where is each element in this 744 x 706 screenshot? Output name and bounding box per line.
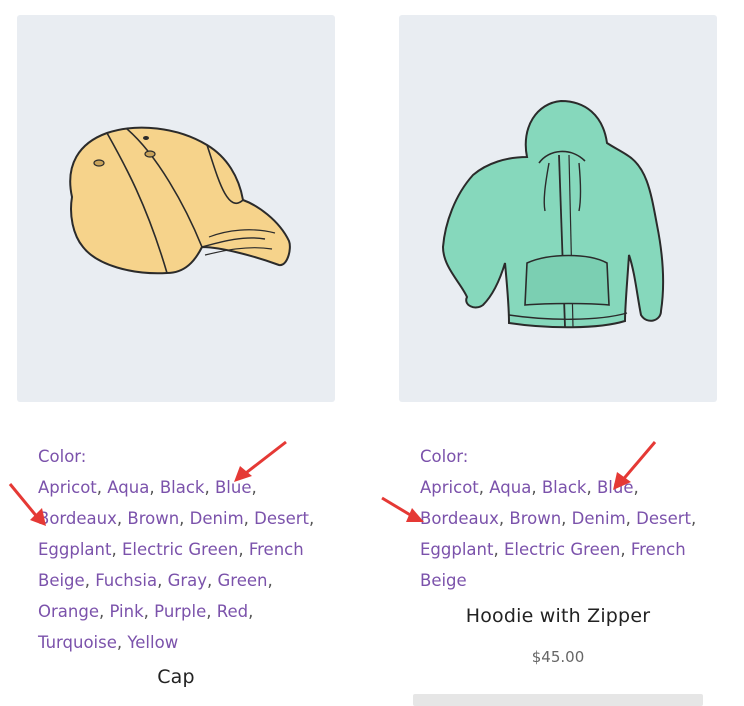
- color-swatch-link[interactable]: Apricot: [420, 478, 479, 497]
- annotation-arrow-icon: [381, 496, 424, 522]
- color-swatch-link[interactable]: Red: [217, 602, 248, 621]
- annotation-arrow-icon: [613, 441, 657, 490]
- color-swatch-link[interactable]: Desert: [254, 509, 309, 528]
- color-swatch-link[interactable]: Denim: [572, 509, 626, 528]
- product-card-hoodie: Color: Apricot, Aqua, Black, Blue, Borde…: [399, 15, 717, 706]
- product-title-link[interactable]: Cap: [17, 666, 335, 688]
- color-swatch-link[interactable]: Electric Green: [122, 540, 238, 559]
- color-swatch-link[interactable]: Electric Green: [504, 540, 620, 559]
- cap-illustration-icon: [69, 126, 291, 275]
- color-swatch-link[interactable]: Eggplant: [420, 540, 493, 559]
- annotation-arrow-icon: [234, 440, 287, 482]
- color-swatch-link[interactable]: Brown: [509, 509, 561, 528]
- color-swatch-link[interactable]: Yellow: [127, 633, 178, 652]
- product-title-link[interactable]: Hoodie with Zipper: [399, 605, 717, 627]
- color-swatch-link[interactable]: Orange: [38, 602, 99, 621]
- color-swatch-link[interactable]: Turquoise: [38, 633, 117, 652]
- color-swatch-link[interactable]: Denim: [190, 509, 244, 528]
- color-swatch-link[interactable]: Aqua: [489, 478, 531, 497]
- color-swatch-link[interactable]: Pink: [109, 602, 143, 621]
- color-swatch-link[interactable]: Black: [160, 478, 205, 497]
- color-swatch-link[interactable]: Gray: [168, 571, 207, 590]
- color-swatch-link[interactable]: Black: [542, 478, 587, 497]
- color-swatch-link[interactable]: Bordeaux: [420, 509, 499, 528]
- product-image-link[interactable]: [399, 15, 717, 402]
- color-swatch-link[interactable]: Aqua: [107, 478, 149, 497]
- hoodie-illustration-icon: [441, 99, 665, 329]
- product-image-link[interactable]: [17, 15, 335, 402]
- color-swatch-link[interactable]: Fuchsia: [95, 571, 157, 590]
- color-swatch-link[interactable]: Purple: [154, 602, 206, 621]
- product-price: $45.00: [531, 648, 585, 666]
- add-to-cart-button[interactable]: [413, 694, 703, 706]
- color-swatch-link[interactable]: Green: [218, 571, 268, 590]
- product-card-cap: Color: Apricot, Aqua, Black, Blue, Borde…: [17, 15, 335, 688]
- color-swatch-link[interactable]: Desert: [636, 509, 691, 528]
- color-swatch-link[interactable]: Eggplant: [38, 540, 111, 559]
- annotation-arrow-icon: [8, 483, 46, 526]
- color-swatch-link[interactable]: Brown: [127, 509, 179, 528]
